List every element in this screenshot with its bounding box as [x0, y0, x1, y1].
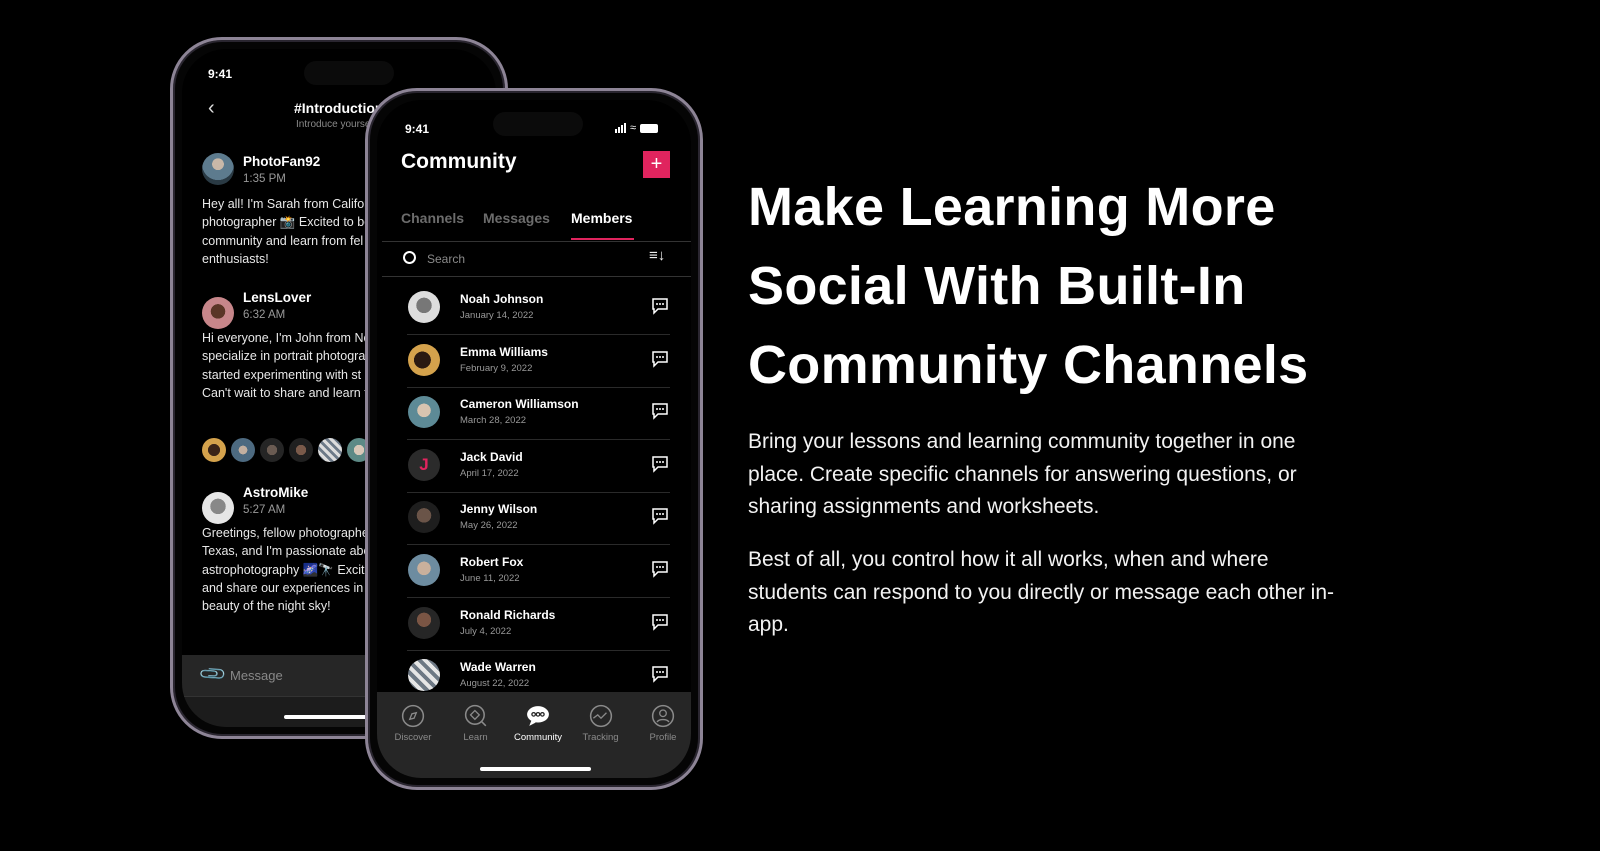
avatar: [408, 396, 440, 429]
member-name: Wade Warren: [460, 660, 536, 675]
message-icon[interactable]: [651, 350, 669, 368]
compass-icon: [401, 704, 425, 728]
battery-icon: [640, 123, 659, 133]
bottom-tab-bar: Discover Learn Community Tracking Profile: [377, 692, 691, 778]
home-indicator: [480, 767, 591, 771]
member-join-date: April 17, 2022: [460, 467, 519, 479]
nav-label: Learn: [463, 732, 488, 743]
member-name: Cameron Williamson: [460, 397, 579, 412]
member-name: Jenny Wilson: [460, 502, 538, 517]
nav-label: Discover: [394, 732, 432, 743]
message-author: PhotoFan92: [243, 154, 321, 169]
back-arrow-icon[interactable]: ‹: [208, 97, 215, 120]
message-text: Greetings, fellow photographe Texas, and …: [202, 526, 372, 614]
avatar: J: [408, 448, 440, 481]
add-button[interactable]: +: [643, 151, 670, 178]
community-screen: 9:41 ≈ Community + Channels Messages Mem…: [377, 100, 691, 778]
profile-icon: [651, 704, 675, 728]
status-time: 9:41: [405, 122, 430, 136]
marketing-paragraph-2: Best of all, you control how it all work…: [748, 548, 1334, 636]
avatar: [408, 343, 440, 376]
member-join-date: February 9, 2022: [460, 362, 533, 374]
member-row[interactable]: Cameron Williamson March 28, 2022: [377, 387, 691, 441]
member-row[interactable]: J Jack David April 17, 2022: [377, 440, 691, 493]
active-tab-underline: [571, 238, 634, 240]
member-row[interactable]: Jenny Wilson May 26, 2022: [377, 492, 691, 546]
nav-discover[interactable]: Discover: [383, 704, 443, 743]
tab-messages[interactable]: Messages: [483, 210, 550, 226]
status-time: 9:41: [208, 67, 233, 81]
member-join-date: July 4, 2022: [460, 625, 512, 637]
member-name: Emma Williams: [460, 344, 548, 359]
message-text: Hey all! I'm Sarah from Califor photograp…: [202, 197, 372, 266]
channel-subtitle: Introduce yoursel: [296, 119, 373, 130]
member-join-date: May 26, 2022: [460, 520, 518, 532]
tab-channels[interactable]: Channels: [401, 210, 464, 226]
marketing-paragraph-1: Bring your lessons and learning communit…: [748, 430, 1297, 518]
member-row[interactable]: Noah Johnson January 14, 2022: [377, 282, 691, 335]
message-time: 5:27 AM: [243, 504, 286, 516]
nav-label: Community: [513, 732, 563, 743]
member-name: Ronald Richards: [460, 607, 556, 622]
member-join-date: March 28, 2022: [460, 415, 527, 427]
nav-tracking[interactable]: Tracking: [571, 704, 631, 743]
member-row[interactable]: Emma Williams February 9, 2022: [377, 335, 691, 388]
nav-learn[interactable]: Learn: [446, 704, 506, 743]
marketing-heading: Make Learning More Social With Built-In …: [748, 177, 1309, 395]
tracking-chart-icon: [589, 704, 612, 728]
tab-members[interactable]: Members: [571, 210, 632, 226]
message-text: Hi everyone, I'm John from Ne specialize …: [202, 331, 371, 400]
message-icon[interactable]: [651, 402, 669, 420]
page-title: Community: [401, 150, 517, 173]
signal-icon: [615, 123, 626, 133]
message-icon[interactable]: [651, 297, 669, 315]
sort-icon[interactable]: ≡↓: [649, 247, 665, 264]
avatar: [408, 501, 440, 534]
nav-label: Profile: [649, 732, 677, 743]
member-join-date: June 11, 2022: [460, 573, 520, 584]
nav-profile[interactable]: Profile: [633, 704, 691, 743]
member-name: Noah Johnson: [460, 292, 544, 306]
search-input[interactable]: Search: [427, 252, 465, 266]
nav-label: Tracking: [582, 732, 619, 743]
status-icons: ≈: [615, 122, 659, 134]
nav-community[interactable]: Community: [508, 704, 568, 743]
message-author: LensLover: [243, 290, 312, 305]
paperclip-icon[interactable]: 📎: [198, 659, 229, 690]
avatar: [408, 659, 440, 692]
avatar[interactable]: [202, 492, 234, 524]
avatar: [408, 291, 440, 323]
member-join-date: August 22, 2022: [460, 678, 530, 690]
front-phone: 9:41 ≈ Community + Channels Messages Mem…: [365, 88, 703, 790]
message-icon[interactable]: [651, 665, 669, 683]
message-icon[interactable]: [651, 560, 669, 578]
chat-bubble-icon: [527, 706, 549, 726]
member-name: Jack David: [460, 449, 523, 464]
message-icon[interactable]: [651, 507, 669, 526]
avatar[interactable]: [202, 297, 234, 329]
avatar[interactable]: [202, 153, 234, 185]
message-icon[interactable]: [651, 455, 669, 473]
message-icon[interactable]: [651, 613, 669, 631]
message-time: 6:32 AM: [243, 309, 286, 321]
message-input[interactable]: Message: [230, 668, 283, 683]
avatar: [408, 554, 440, 586]
member-row[interactable]: Ronald Richards July 4, 2022: [377, 598, 691, 651]
wifi-icon: ≈: [630, 122, 637, 134]
message-time: 1:35 PM: [243, 173, 286, 185]
member-row[interactable]: Robert Fox June 11, 2022: [377, 545, 691, 598]
avatar: [408, 606, 440, 639]
search-icon: [403, 251, 416, 264]
participants-avatar-row: [202, 438, 371, 462]
member-join-date: January 14, 2022: [460, 310, 534, 321]
learn-search-icon: [464, 704, 486, 727]
member-name: Robert Fox: [460, 555, 524, 569]
message-author: AstroMike: [243, 485, 309, 500]
